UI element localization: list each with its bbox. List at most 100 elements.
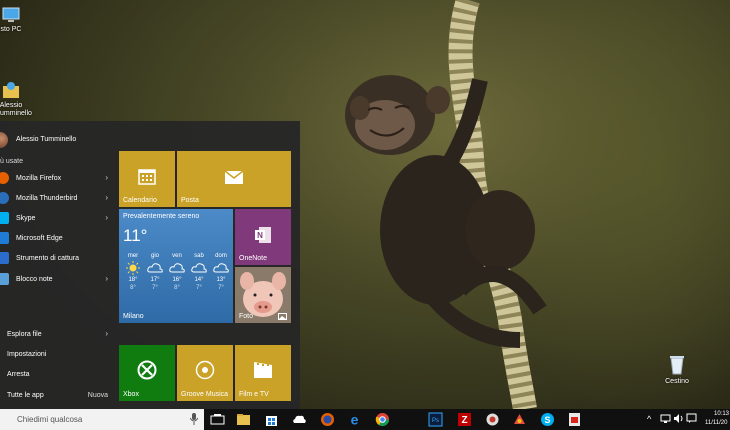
app-item-thunderbird[interactable]: Mozilla Thunderbird › <box>0 190 108 208</box>
forecast-high: 14° <box>194 277 204 283</box>
onenote-tile[interactable]: N OneNote <box>235 209 291 265</box>
skype-icon <box>0 212 9 224</box>
chevron-right-icon[interactable]: › <box>105 173 108 182</box>
groove-tile-label: Groove Musica <box>181 391 229 398</box>
settings-button[interactable]: Impostazioni <box>0 346 108 364</box>
forecast-low: 7° <box>196 285 202 291</box>
new-badge: Nuova <box>87 392 108 399</box>
onenote-tile-label: OneNote <box>239 255 268 262</box>
task-view-icon[interactable] <box>210 412 225 427</box>
search-box[interactable]: Chiedimi qualcosa <box>0 409 204 430</box>
mail-icon <box>225 171 243 184</box>
chevron-right-icon[interactable]: › <box>105 213 108 222</box>
photos-tile[interactable]: Foto <box>235 267 291 323</box>
power-button[interactable]: Arresta <box>0 366 108 384</box>
app-item-skype[interactable]: Skype › <box>0 210 108 228</box>
microphone-icon[interactable] <box>190 413 198 425</box>
app-label: Mozilla Thunderbird <box>16 195 78 202</box>
svg-text:N: N <box>257 231 263 240</box>
user-account-button[interactable]: Alessio Tumminello <box>0 129 112 149</box>
photoshop-icon[interactable]: Ps <box>428 412 443 427</box>
film-icon <box>254 362 272 378</box>
app-icon[interactable] <box>485 412 500 427</box>
app-item-snipping-tool[interactable]: Strumento di cattura <box>0 250 108 268</box>
calendar-tile[interactable]: Calendario <box>119 151 175 207</box>
network-icon[interactable] <box>660 413 671 424</box>
forecast-day-name: sab <box>194 253 204 259</box>
pdf-icon[interactable] <box>567 412 582 427</box>
all-apps-button[interactable]: Tutte le app Nuova <box>0 387 108 405</box>
forecast-high: 18° <box>128 277 138 283</box>
app-label: Strumento di cattura <box>16 255 80 262</box>
volume-icon[interactable] <box>673 413 684 424</box>
edge-icon[interactable]: e <box>347 412 362 427</box>
file-explorer-label: Esplora file <box>7 331 42 338</box>
chevron-right-icon[interactable]: › <box>105 329 108 338</box>
forecast-high: 13° <box>216 277 226 283</box>
start-menu: Alessio Tumminello ù usate Mozilla Firef… <box>0 121 300 409</box>
clock-time[interactable]: 10:13 <box>714 411 729 417</box>
recycle-bin-label: Cestino <box>665 378 689 385</box>
notepad-icon <box>0 273 9 285</box>
xbox-tile-label: Xbox <box>123 391 139 398</box>
forecast-high: 17° <box>150 277 160 283</box>
forecast-day-name: dom <box>215 253 227 259</box>
weather-forecast: mer 18° 8° gio 17° 7° ven 16° 8° sab 14°… <box>122 252 233 292</box>
forecast-low: 8° <box>130 285 136 291</box>
forecast-day: sab 14° 7° <box>188 252 210 292</box>
xbox-icon <box>137 360 157 380</box>
chrome-icon[interactable] <box>375 412 390 427</box>
firefox-icon[interactable] <box>320 412 335 427</box>
forecast-low: 7° <box>152 285 158 291</box>
forecast-day-name: mer <box>127 253 139 259</box>
filezilla-icon[interactable]: Z <box>457 412 472 427</box>
this-pc-desktop-icon[interactable]: sto PC <box>0 6 28 34</box>
weather-tile[interactable]: Prevalentemente sereno 11° mer 18° 8° gi… <box>119 209 233 323</box>
recycle-bin-icon <box>667 354 687 376</box>
clock-date[interactable]: 11/11/20 <box>705 420 727 426</box>
photos-icon <box>278 313 287 320</box>
photos-tile-label: Foto <box>239 313 254 320</box>
cloud-icon <box>166 261 188 275</box>
forecast-day-name: gio <box>150 253 159 259</box>
notifications-icon[interactable] <box>686 413 697 424</box>
svg-text:Z: Z <box>461 415 467 426</box>
app-item-notepad[interactable]: Blocco note › <box>0 271 108 289</box>
svg-text:S: S <box>544 415 550 425</box>
computer-icon <box>1 6 21 24</box>
calendar-icon <box>138 169 156 185</box>
forecast-day: gio 17° 7° <box>144 252 166 292</box>
user-folder-desktop-icon[interactable]: Alessio Tumminello <box>0 64 32 118</box>
weather-temperature: 11° <box>123 226 148 245</box>
mail-tile-label: Posta <box>181 197 199 204</box>
chevron-right-icon[interactable]: › <box>105 274 108 283</box>
forecast-day: dom 13° 7° <box>210 252 232 292</box>
user-name: Alessio Tumminello <box>16 136 77 143</box>
chevron-right-icon[interactable]: › <box>105 193 108 202</box>
search-input[interactable]: Chiedimi qualcosa <box>17 415 82 424</box>
skype-icon[interactable]: S <box>540 412 555 427</box>
app-item-firefox[interactable]: Mozilla Firefox › <box>0 170 108 188</box>
all-apps-label: Tutte le app <box>7 392 44 399</box>
movies-tv-tile[interactable]: Film e TV <box>235 345 291 401</box>
groove-music-tile[interactable]: Groove Musica <box>177 345 233 401</box>
onenote-icon: N <box>255 227 271 243</box>
app-label: Microsoft Edge <box>16 235 63 242</box>
recycle-bin-desktop-icon[interactable]: Cestino <box>660 354 694 386</box>
onedrive-icon[interactable] <box>292 412 307 427</box>
game-icon[interactable] <box>512 412 527 427</box>
file-explorer-icon[interactable] <box>236 412 251 427</box>
avatar <box>0 132 8 148</box>
cloud-icon <box>188 261 210 275</box>
file-explorer-button[interactable]: Esplora file › <box>0 326 108 344</box>
store-icon[interactable] <box>264 412 279 427</box>
app-item-edge[interactable]: Microsoft Edge <box>0 230 108 248</box>
cloud-icon <box>144 261 166 275</box>
forecast-day: mer 18° 8° <box>122 252 144 292</box>
app-label: Mozilla Firefox <box>16 175 62 182</box>
xbox-tile[interactable]: Xbox <box>119 345 175 401</box>
chevron-up-icon[interactable]: ^ <box>647 414 651 424</box>
edge-icon <box>0 232 9 244</box>
svg-text:e: e <box>351 412 359 427</box>
mail-tile[interactable]: Posta <box>177 151 291 207</box>
